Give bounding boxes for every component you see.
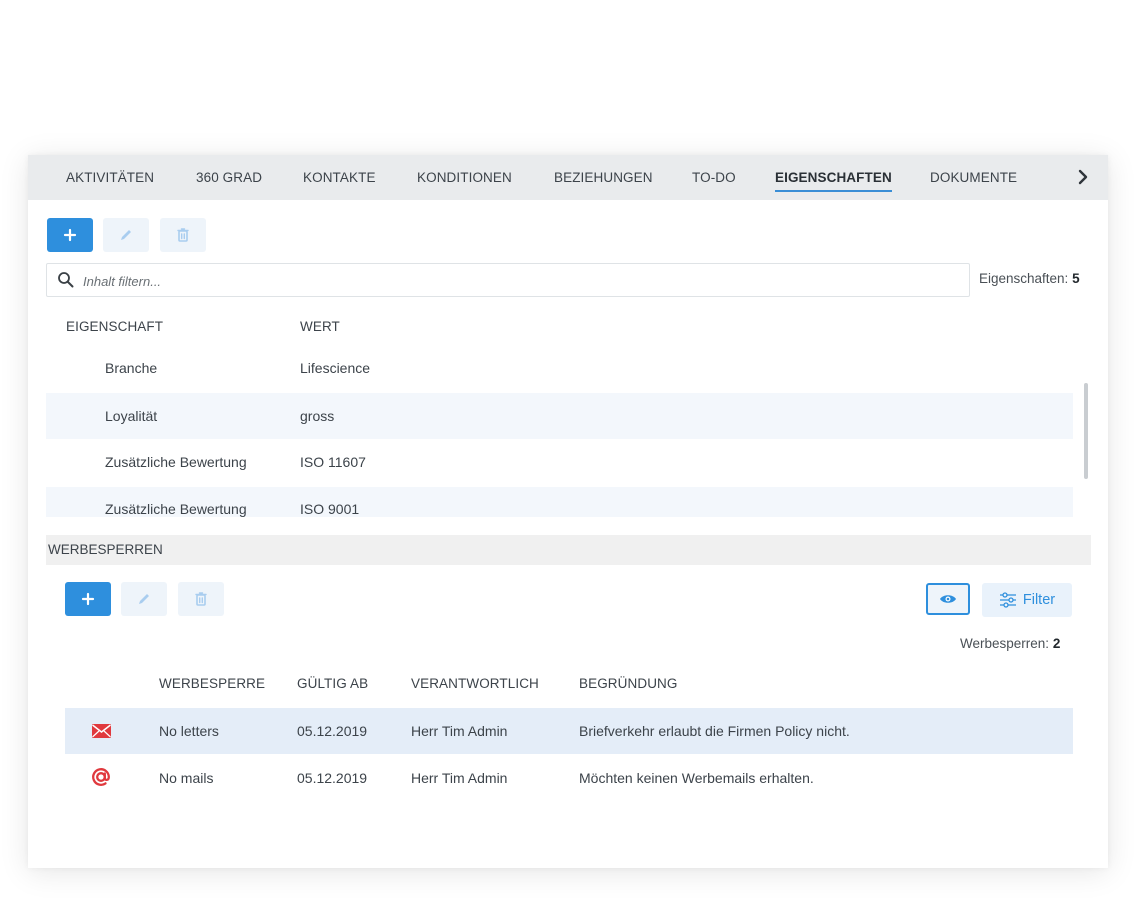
envelope-icon (92, 724, 111, 743)
table-row[interactable]: Zusätzliche Bewertung ISO 11607 (46, 439, 1073, 485)
tab-kontakte[interactable]: KONTAKTE (303, 155, 376, 200)
filter-field[interactable] (46, 263, 970, 297)
add-werbesperre-button[interactable] (65, 582, 111, 616)
tab-dokumente[interactable]: DOKUMENTE (930, 155, 1017, 200)
tab-to-do[interactable]: TO-DO (692, 155, 736, 200)
section-title: WERBESPERREN (48, 542, 163, 557)
column-header-werbesperre[interactable]: WERBESPERRE (159, 676, 265, 691)
eye-icon (940, 595, 956, 603)
at-sign-icon (91, 767, 111, 792)
column-header-eigenschaft[interactable]: EIGENSCHAFT (66, 319, 163, 334)
property-name: Zusätzliche Bewertung (105, 501, 247, 517)
tab-konditionen[interactable]: KONDITIONEN (417, 155, 512, 200)
column-header-begruendung[interactable]: BEGRÜNDUNG (579, 676, 678, 691)
werbesperre-responsible: Herr Tim Admin (411, 723, 508, 739)
properties-count-value: 5 (1072, 271, 1080, 286)
column-header-verantwortlich[interactable]: VERANTWORTLICH (411, 676, 539, 691)
trash-icon (177, 228, 189, 242)
werbesperren-count-label: Werbesperren: (960, 636, 1050, 651)
table-row[interactable]: Branche Lifescience (46, 345, 1073, 391)
werbesperre-type: No letters (159, 723, 219, 739)
werbesperre-reason: Briefverkehr erlaubt die Firmen Policy n… (579, 723, 850, 739)
tab-beziehungen[interactable]: BEZIEHUNGEN (554, 155, 653, 200)
table-scrollbar[interactable] (1084, 383, 1088, 479)
tab-bar: AKTIVITÄTEN 360 GRAD KONTAKTE KONDITIONE… (28, 155, 1108, 200)
trash-icon (195, 592, 207, 606)
search-icon (58, 272, 74, 288)
table-row[interactable]: No mails 05.12.2019 Herr Tim Admin Möcht… (65, 755, 1073, 801)
property-name: Branche (105, 360, 158, 376)
delete-property-button[interactable] (160, 218, 206, 252)
property-name: Zusätzliche Bewertung (105, 454, 247, 470)
filter-button[interactable]: Filter (982, 583, 1072, 617)
filter-input[interactable] (81, 270, 955, 292)
section-header-werbesperren: WERBESPERREN (46, 535, 1091, 565)
filter-button-label: Filter (1022, 592, 1056, 608)
werbesperre-reason: Möchten keinen Werbemails erhalten. (579, 770, 814, 786)
table-row[interactable]: Zusätzliche Bewertung ISO 9001 (46, 487, 1073, 517)
tab-360-grad[interactable]: 360 GRAD (196, 155, 262, 200)
pencil-icon (139, 594, 149, 604)
pencil-icon (121, 230, 131, 240)
property-name: Loyalität (105, 408, 158, 424)
edit-werbesperre-button[interactable] (121, 582, 167, 616)
werbesperre-type: No mails (159, 770, 214, 786)
table-row[interactable]: Loyalität gross (46, 393, 1073, 439)
plus-icon (81, 592, 95, 606)
delete-werbesperre-button[interactable] (178, 582, 224, 616)
werbesperren-count: Werbesperren: 2 (960, 636, 1060, 651)
werbesperre-valid-from: 05.12.2019 (297, 770, 368, 786)
sliders-icon (999, 592, 1016, 608)
plus-icon (63, 228, 77, 242)
column-header-wert[interactable]: WERT (300, 319, 340, 334)
properties-count: Eigenschaften: 5 (979, 271, 1080, 286)
werbesperre-responsible: Herr Tim Admin (411, 770, 508, 786)
edit-property-button[interactable] (103, 218, 149, 252)
add-property-button[interactable] (47, 218, 93, 252)
property-value: Lifescience (300, 360, 371, 376)
werbesperre-valid-from: 05.12.2019 (297, 723, 368, 739)
properties-panel: AKTIVITÄTEN 360 GRAD KONTAKTE KONDITIONE… (28, 155, 1108, 868)
chevron-right-icon[interactable] (1072, 166, 1094, 188)
tab-eigenschaften[interactable]: EIGENSCHAFTEN (775, 155, 892, 200)
property-value: ISO 9001 (300, 501, 360, 517)
property-value: ISO 11607 (300, 454, 366, 470)
properties-count-label: Eigenschaften: (979, 271, 1069, 286)
tab-aktivitaeten[interactable]: AKTIVITÄTEN (66, 155, 154, 200)
table-row[interactable]: No letters 05.12.2019 Herr Tim Admin Bri… (65, 708, 1073, 754)
toggle-view-button[interactable] (926, 583, 970, 615)
werbesperren-count-value: 2 (1052, 636, 1061, 651)
property-value: gross (300, 408, 335, 424)
column-header-gueltig-ab[interactable]: GÜLTIG AB (297, 676, 368, 691)
